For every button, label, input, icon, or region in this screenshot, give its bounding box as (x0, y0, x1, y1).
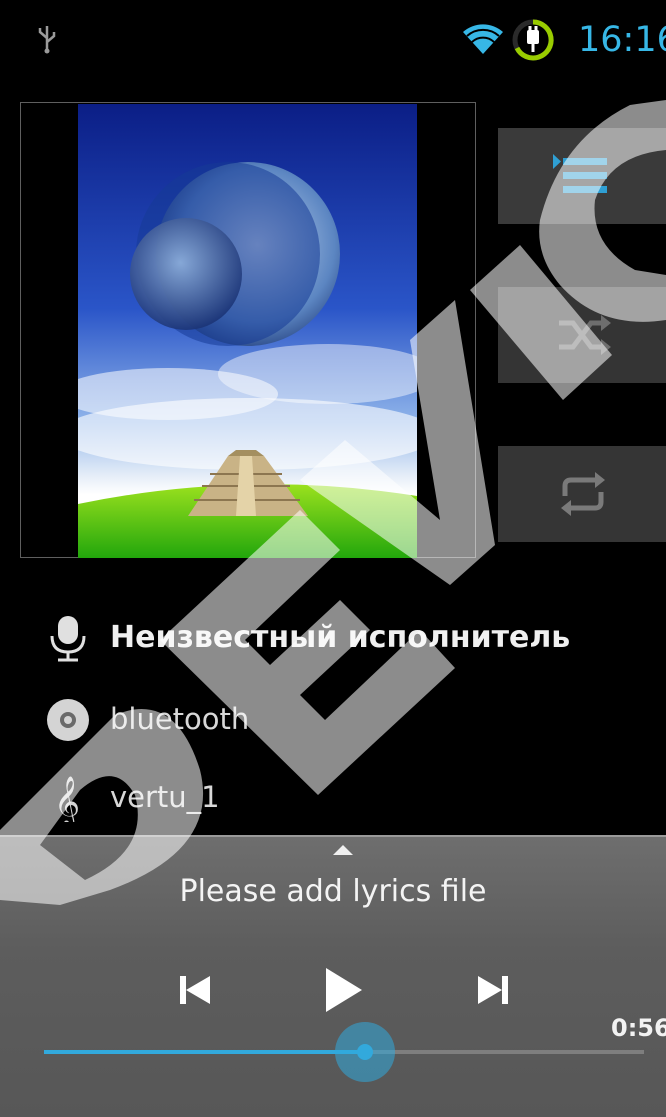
seek-bar-progress (44, 1050, 365, 1054)
shuffle-button[interactable] (498, 287, 666, 383)
repeat-icon (561, 472, 605, 516)
repeat-button[interactable] (498, 446, 666, 542)
treble-clef-icon: 𝄞 (54, 776, 80, 822)
playlist-icon (553, 154, 607, 193)
previous-track-icon (180, 976, 210, 1004)
wifi-icon (463, 24, 503, 54)
track-title: vertu_1 (110, 780, 220, 814)
play-icon (326, 968, 362, 1012)
playlist-button[interactable] (498, 128, 666, 224)
status-clock: 16:16 (578, 20, 666, 60)
shuffle-icon (559, 315, 611, 355)
next-button[interactable] (462, 960, 522, 1020)
elapsed-time: 0:56 (611, 1014, 666, 1042)
previous-button[interactable] (166, 960, 226, 1020)
seek-bar-thumb[interactable] (335, 1022, 395, 1082)
disc-icon (47, 699, 89, 741)
album-cover-image[interactable] (78, 104, 417, 558)
status-bar: 16:16 (0, 0, 666, 78)
expand-up-icon[interactable] (333, 845, 353, 855)
battery-charging-icon (512, 19, 554, 61)
svg-text:𝄞: 𝄞 (54, 776, 80, 822)
artist-name: Неизвестный исполнитель (110, 620, 571, 655)
album-name: bluetooth (110, 702, 250, 736)
play-button[interactable] (312, 960, 372, 1020)
usb-icon (38, 26, 56, 54)
microphone-icon (50, 616, 86, 662)
next-track-icon (478, 976, 508, 1004)
lyrics-message[interactable]: Please add lyrics file (0, 874, 666, 909)
